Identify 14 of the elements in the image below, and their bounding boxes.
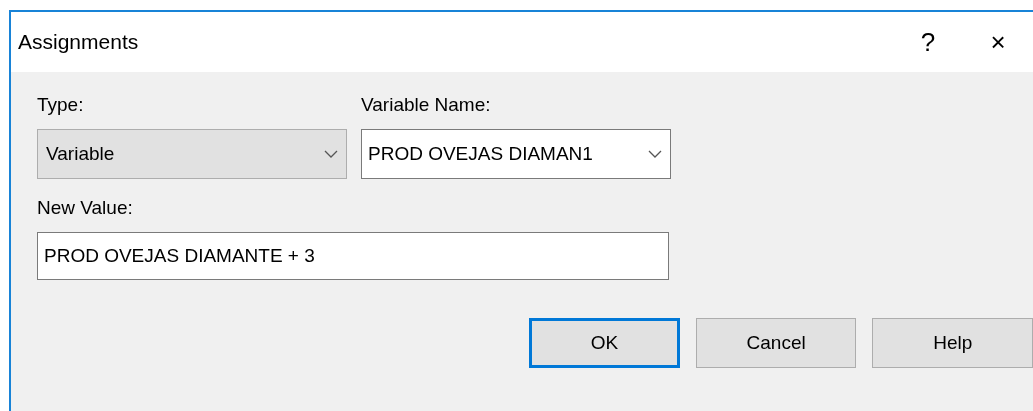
dialog-button[interactable]: Cancel — [695, 318, 857, 368]
field-label: Type: — [37, 94, 85, 116]
variable-name-combobox[interactable]: PROD OVEJAS DIAMAN1 — [361, 129, 671, 179]
field-label: New Value: — [37, 197, 134, 219]
chevron-down-icon — [648, 150, 662, 158]
dialog-button[interactable]: Help — [872, 318, 1033, 368]
chevron-down-icon — [324, 150, 338, 158]
type-dropdown[interactable]: Variable — [37, 129, 347, 179]
window-title: Assignments — [18, 30, 140, 54]
close-button[interactable]: × — [963, 18, 1033, 66]
field-label: Variable Name: — [361, 94, 492, 116]
dialog-button[interactable]: OK — [529, 318, 680, 368]
help-button[interactable]: ? — [893, 18, 963, 66]
new-value-field[interactable]: PROD OVEJAS DIAMANTE + 3 — [37, 232, 669, 280]
